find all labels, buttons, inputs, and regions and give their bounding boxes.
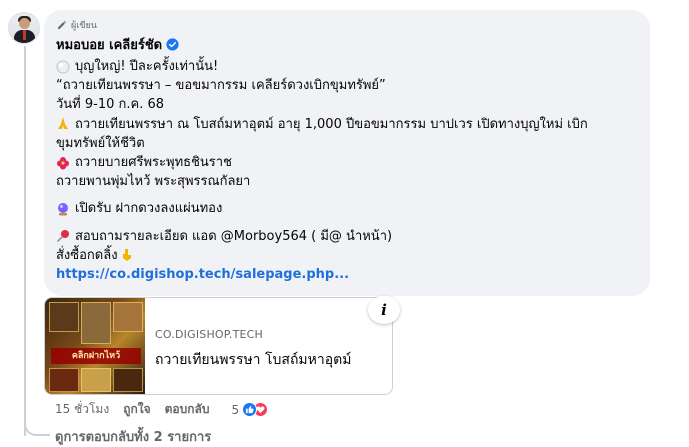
hibiscus-icon — [57, 156, 69, 170]
thread-line — [24, 46, 26, 436]
pearl-icon — [56, 60, 70, 74]
pushpin-icon — [56, 230, 69, 243]
comment-line: ถวายพานพุ่มไหว้ พระสุพรรณกัลยา — [56, 174, 251, 190]
verified-icon — [166, 37, 179, 51]
comment-timestamp[interactable]: 15 ชั่วโมง — [55, 400, 109, 419]
thread-curve — [24, 414, 50, 436]
comment-line: “ถวายเทียนพรรษา – ขอขมากรรม เคลียร์ดวงเบ… — [56, 78, 386, 94]
comment-body: บุญใหญ่! ปีละครั้งเท่านั้น! “ถวายเทียนพร… — [56, 57, 638, 284]
comment-line: สอบถามรายละเอียด แอด @Morboy564 ( มี@ นำ… — [56, 227, 638, 246]
comment-line: เปิดรับ ฝากดวงลงแผ่นทอง — [56, 199, 638, 218]
comment-line: วันที่ 9-10 ก.ค. 68 — [56, 97, 165, 113]
reply-button[interactable]: ตอบกลับ — [165, 400, 210, 419]
comment-line: บุญใหญ่! ปีละครั้งเท่านั้น! — [56, 57, 638, 76]
preview-domain: CO.DIGISHOP.TECH — [155, 328, 264, 341]
info-icon[interactable]: i — [368, 296, 400, 324]
salepage-link[interactable]: https://co.digishop.tech/salepage.php... — [56, 265, 349, 284]
author-avatar[interactable] — [8, 12, 40, 44]
author-name[interactable]: หมอบอย เคลียร์ชัด — [56, 34, 162, 55]
comment-line: ถวายเทียนพรรษา ณ โบสถ์มหาอุตม์ อายุ 1,00… — [56, 116, 588, 151]
preview-thumbnail: คลิกฝากไหว้ — [45, 298, 145, 394]
view-replies-link[interactable]: ดูการตอบกลับทั้ง 2 รายการ — [55, 426, 211, 447]
thumbnail-banner: คลิกฝากไหว้ — [51, 348, 141, 364]
comment-line: สั่งซื้อกดลิ้ง — [56, 246, 638, 265]
praying-hands-icon — [58, 116, 68, 129]
pen-icon — [57, 20, 67, 29]
author-badge-label: ผู้เขียน — [71, 21, 97, 31]
comment-bubble: ผู้เขียน หมอบอย เคลียร์ชัด บุญใหญ่! ปีละ… — [44, 10, 650, 296]
comment-line: ถวายบายศรีพระพุทธชินราช — [56, 153, 638, 172]
reactions-summary[interactable]: 5 — [231, 402, 269, 417]
author-badge: ผู้เขียน — [56, 18, 638, 32]
comment-line: https://co.digishop.tech/salepage.php... — [56, 265, 638, 284]
link-preview-card[interactable]: คลิกฝากไหว้ CO.DIGISHOP.TECH ถวายเทียนพร… — [44, 297, 393, 395]
crystal-ball-icon — [58, 203, 68, 216]
comment-actions: 15 ชั่วโมง ถูกใจ ตอบกลับ 5 — [55, 400, 269, 419]
preview-title: ถวายเทียนพรรษา โบสถ์มหาอุตม์ — [155, 352, 352, 368]
like-button[interactable]: ถูกใจ — [123, 400, 150, 419]
reaction-count: 5 — [231, 402, 240, 417]
pointing-down-icon — [122, 249, 131, 262]
